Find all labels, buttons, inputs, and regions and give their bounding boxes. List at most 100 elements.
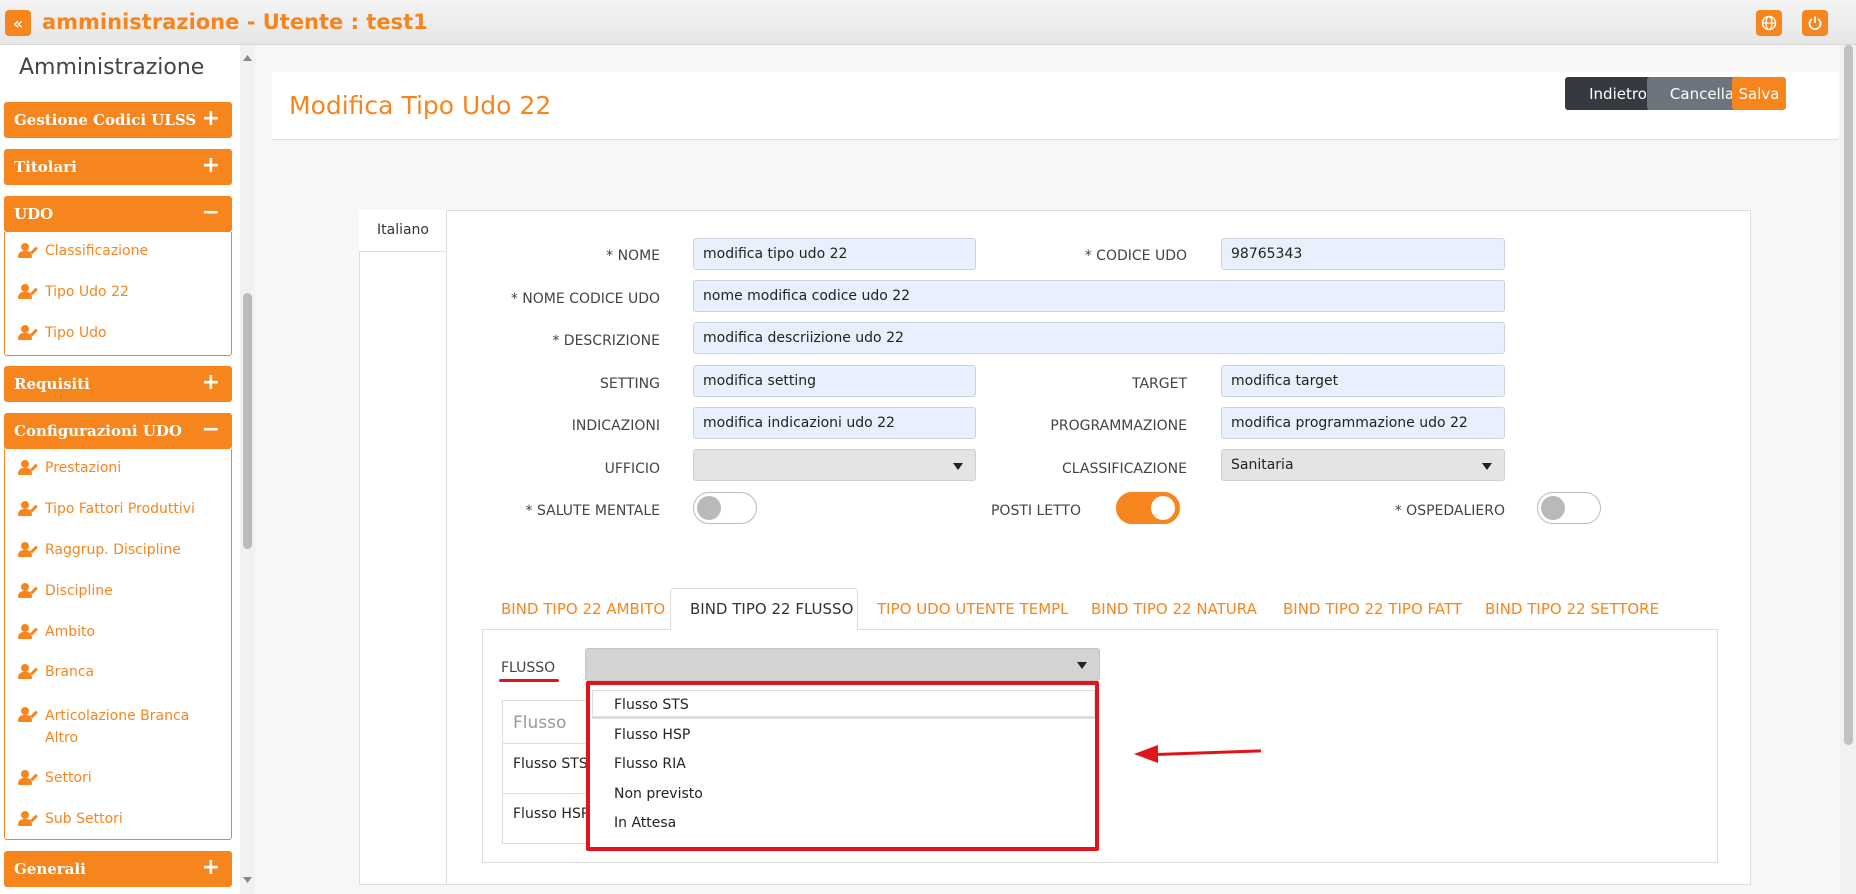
sidebar-item-tipo-udo[interactable]: Tipo Udo — [18, 325, 107, 341]
app-title: amministrazione - Utente : test1 — [42, 10, 428, 34]
sidebar-item-settori[interactable]: Settori — [18, 770, 92, 786]
flusso-table: Flusso Flusso STS Flusso HSP — [502, 700, 592, 844]
nome-codice-udo-label: * NOME CODICE UDO — [510, 291, 660, 307]
sidebar-item-tipo-udo-22[interactable]: Tipo Udo 22 — [18, 284, 129, 300]
classificazione-select[interactable]: Sanitaria — [1221, 449, 1505, 481]
salute-mentale-label: * SALUTE MENTALE — [525, 503, 660, 519]
sidebar-item-classificazione[interactable]: Classificazione — [18, 243, 148, 259]
caret-down-icon — [953, 463, 963, 470]
plus-icon[interactable]: + — [202, 153, 220, 178]
sidebar-item-prestazioni[interactable]: Prestazioni — [18, 460, 121, 476]
sidebar-item-articolazione-branca-altro[interactable]: Articolazione Branca Altro — [18, 705, 218, 749]
sidebar-section-titolari[interactable]: Titolari + — [4, 149, 232, 185]
descrizione-label: * DESCRIZIONE — [552, 333, 660, 349]
target-label: TARGET — [1131, 376, 1187, 392]
user-edit-icon — [18, 707, 38, 723]
section-label: Configurazioni UDO — [14, 422, 182, 440]
sidebar-item-ambito[interactable]: Ambito — [18, 624, 95, 640]
globe-icon[interactable] — [1756, 10, 1782, 36]
user-edit-icon — [18, 811, 38, 827]
double-chevron-left-icon[interactable]: « — [5, 10, 31, 36]
minus-icon[interactable]: − — [202, 417, 220, 442]
sidebar-item-raggrup-discipline[interactable]: Raggrup. Discipline — [18, 542, 181, 558]
tab-bind-tipo-22-flusso[interactable]: BIND TIPO 22 FLUSSO — [690, 600, 853, 618]
sidebar-title: Amministrazione — [19, 55, 205, 80]
sidebar-item-discipline[interactable]: Discipline — [18, 583, 113, 599]
section-label: UDO — [14, 205, 54, 223]
sidebar-item-branca[interactable]: Branca — [18, 664, 94, 680]
sidebar-section-generali[interactable]: Generali + — [4, 851, 232, 887]
scroll-down-icon — [243, 877, 252, 883]
user-edit-icon — [18, 243, 38, 259]
user-edit-icon — [18, 624, 38, 640]
main-scroll-thumb[interactable] — [1844, 45, 1853, 745]
dropdown-option-in-attesa[interactable]: In Attesa — [614, 815, 676, 831]
plus-icon[interactable]: + — [202, 106, 220, 131]
sidebar-section-gestione-codici-ulss[interactable]: Gestione Codici ULSS + — [4, 102, 232, 138]
flusso-select[interactable] — [585, 648, 1100, 681]
indicazioni-field[interactable]: modifica indicazioni udo 22 — [693, 407, 976, 439]
table-row[interactable]: Flusso HSP — [513, 806, 589, 822]
minus-icon[interactable]: − — [202, 200, 220, 225]
sidebar-scroll-thumb[interactable] — [243, 293, 252, 549]
page-title: Modifica Tipo Udo 22 — [289, 91, 552, 120]
sidebar-item-tipo-fattori-produttivi[interactable]: Tipo Fattori Produttivi — [18, 501, 195, 517]
codice-udo-label: * CODICE UDO — [1084, 248, 1187, 264]
section-label: Requisiti — [14, 375, 90, 393]
caret-down-icon — [1077, 662, 1087, 669]
ufficio-label: UFFICIO — [604, 461, 660, 477]
power-icon[interactable] — [1802, 10, 1828, 36]
posti-letto-toggle[interactable] — [1116, 492, 1180, 524]
user-edit-icon — [18, 542, 38, 558]
plus-icon[interactable]: + — [202, 855, 220, 880]
programmazione-label: PROGRAMMAZIONE — [1050, 418, 1187, 434]
table-row[interactable]: Flusso STS — [513, 756, 588, 772]
scroll-up-icon — [243, 55, 252, 61]
codice-udo-field[interactable]: 98765343 — [1221, 238, 1505, 270]
dropdown-option-flusso-ria[interactable]: Flusso RIA — [614, 756, 686, 772]
annotation-underline — [499, 679, 559, 682]
setting-field[interactable]: modifica setting — [693, 365, 976, 397]
ospedaliero-toggle[interactable] — [1537, 492, 1601, 524]
save-button[interactable]: Salva — [1732, 77, 1786, 110]
nome-codice-udo-field[interactable]: nome modifica codice udo 22 — [693, 280, 1505, 312]
tab-bind-tipo-22-natura[interactable]: BIND TIPO 22 NATURA — [1091, 600, 1257, 618]
plus-icon[interactable]: + — [202, 370, 220, 395]
sidebar-section-requisiti[interactable]: Requisiti + — [4, 366, 232, 402]
tab-bind-tipo-22-ambito[interactable]: BIND TIPO 22 AMBITO — [501, 600, 665, 618]
tab-bind-tipo-22-settore[interactable]: BIND TIPO 22 SETTORE — [1485, 600, 1659, 618]
indicazioni-label: INDICAZIONI — [571, 418, 660, 434]
tab-tipo-udo-utente-templ[interactable]: TIPO UDO UTENTE TEMPL — [877, 600, 1069, 618]
salute-mentale-toggle[interactable] — [693, 492, 757, 524]
descrizione-field[interactable]: modifica descriizione udo 22 — [693, 322, 1505, 354]
dropdown-option-non-previsto[interactable]: Non previsto — [614, 786, 703, 802]
nome-field[interactable]: modifica tipo udo 22 — [693, 238, 976, 270]
tab-italiano[interactable]: Italiano — [359, 210, 447, 252]
tab-bind-tipo-22-tipo-fatt[interactable]: BIND TIPO 22 TIPO FATT — [1283, 600, 1462, 618]
ospedaliero-label: * OSPEDALIERO — [1394, 503, 1505, 519]
classificazione-label: CLASSIFICAZIONE — [1062, 461, 1187, 477]
user-edit-icon — [18, 664, 38, 680]
user-edit-icon — [18, 325, 38, 341]
flusso-label: FLUSSO — [501, 660, 556, 676]
target-field[interactable]: modifica target — [1221, 365, 1505, 397]
user-edit-icon — [18, 284, 38, 300]
top-bar: « amministrazione - Utente : test1 — [0, 0, 1856, 45]
user-edit-icon — [18, 770, 38, 786]
user-edit-icon — [18, 501, 38, 517]
sidebar-section-configurazioni-udo[interactable]: Configurazioni UDO − — [4, 413, 232, 449]
dropdown-option-flusso-sts[interactable]: Flusso STS — [614, 697, 689, 713]
annotation-arrow-icon — [1134, 745, 1158, 763]
section-label: Generali — [14, 860, 86, 878]
setting-label: SETTING — [599, 376, 660, 392]
programmazione-field[interactable]: modifica programmazione udo 22 — [1221, 407, 1505, 439]
user-edit-icon — [18, 460, 38, 476]
dropdown-option-flusso-hsp[interactable]: Flusso HSP — [614, 727, 690, 743]
ufficio-select[interactable] — [693, 449, 976, 481]
sidebar-section-udo[interactable]: UDO − — [4, 196, 232, 232]
caret-down-icon — [1482, 463, 1492, 470]
user-edit-icon — [18, 583, 38, 599]
table-header: Flusso — [513, 713, 567, 733]
section-label: Titolari — [14, 158, 77, 176]
sidebar-item-sub-settori[interactable]: Sub Settori — [18, 811, 123, 827]
